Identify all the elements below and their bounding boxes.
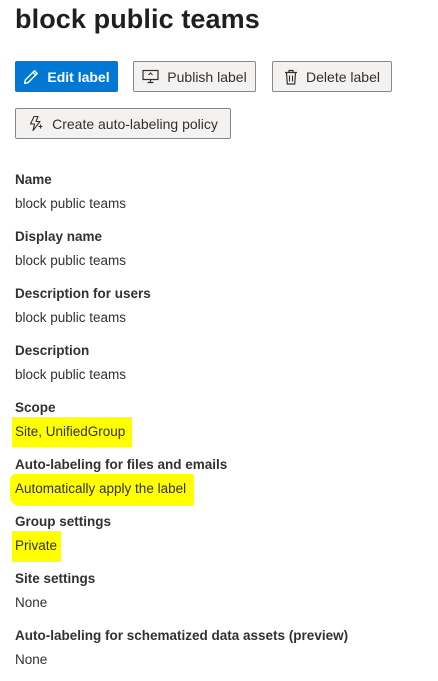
- field-name: Name block public teams: [15, 171, 126, 213]
- create-auto-labeling-policy-text: Create auto-labeling policy: [52, 115, 218, 132]
- field-group-settings: Group settings Private: [15, 513, 111, 555]
- field-value: block public teams: [15, 367, 127, 382]
- field-label: Site settings: [15, 571, 96, 586]
- field-value: Private: [15, 538, 58, 553]
- publish-label-text: Publish label: [167, 68, 247, 85]
- delete-label-button[interactable]: Delete label: [272, 61, 392, 92]
- field-value: None: [15, 595, 48, 610]
- auto-labeling-icon: [28, 115, 44, 132]
- page-title: block public teams: [15, 4, 260, 34]
- edit-label-text: Edit label: [47, 68, 110, 85]
- field-auto-labeling-files-emails: Auto-labeling for files and emails Autom…: [15, 456, 227, 498]
- publish-icon: [142, 69, 159, 84]
- field-value: block public teams: [15, 310, 127, 325]
- field-label: Auto-labeling for files and emails: [15, 457, 228, 472]
- field-value: block public teams: [15, 196, 127, 211]
- field-site-settings: Site settings None: [15, 570, 95, 612]
- field-description: Description block public teams: [15, 342, 126, 384]
- field-label: Description: [15, 343, 90, 358]
- field-value: block public teams: [15, 253, 127, 268]
- field-display-name: Display name block public teams: [15, 228, 126, 270]
- pencil-icon: [23, 69, 39, 85]
- field-value: None: [15, 652, 48, 667]
- field-value: Automatically apply the label: [15, 481, 187, 496]
- field-label: Auto-labeling for schematized data asset…: [15, 628, 349, 643]
- trash-icon: [284, 69, 298, 85]
- delete-label-text: Delete label: [306, 68, 380, 85]
- field-label: Scope: [15, 400, 56, 415]
- create-auto-labeling-policy-button[interactable]: Create auto-labeling policy: [15, 108, 231, 139]
- label-details-panel: block public teams Edit label Publish la…: [0, 0, 438, 681]
- field-scope: Scope Site, UnifiedGroup: [15, 399, 125, 441]
- field-label: Display name: [15, 229, 103, 244]
- field-auto-labeling-schematized: Auto-labeling for schematized data asset…: [15, 627, 348, 669]
- field-label: Group settings: [15, 514, 112, 529]
- field-label: Description for users: [15, 286, 151, 301]
- field-value: Site, UnifiedGroup: [15, 424, 126, 439]
- publish-label-button[interactable]: Publish label: [133, 61, 256, 92]
- field-description-for-users: Description for users block public teams: [15, 285, 151, 327]
- edit-label-button[interactable]: Edit label: [15, 61, 118, 92]
- field-label: Name: [15, 172, 52, 187]
